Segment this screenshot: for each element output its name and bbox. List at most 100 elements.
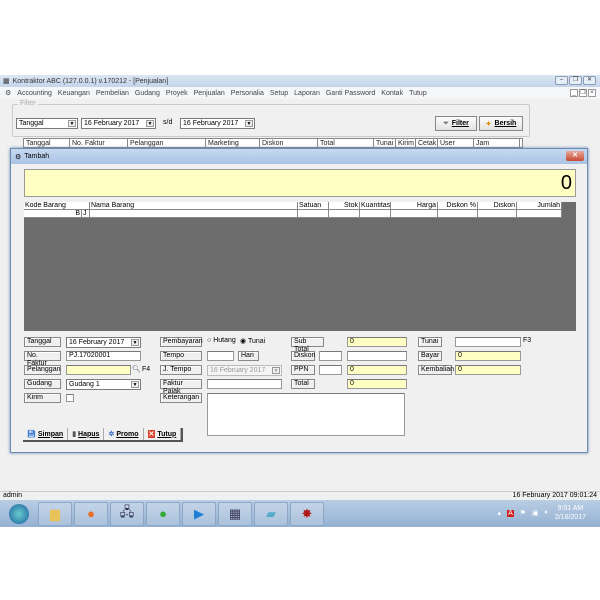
menu-pembelian[interactable]: Pembelian (96, 90, 129, 97)
app-icon: ▦ (3, 78, 10, 85)
taskbar-explorer[interactable]: ▆ (38, 501, 72, 526)
menu-penjualan[interactable]: Penjualan (194, 90, 225, 97)
tutup-button[interactable]: ✕ Tutup (144, 428, 182, 440)
restore-button[interactable]: ❐ (569, 76, 582, 85)
col-header: Cetak (418, 139, 438, 147)
clock[interactable]: 9:01 AM 2/16/2017 (555, 504, 586, 522)
acrobat-icon[interactable]: A (507, 509, 514, 517)
date-to-picker[interactable]: 16 February 2017 ▼ (180, 118, 255, 129)
volume-icon[interactable]: 🔈︎ (545, 509, 549, 517)
menu-accounting[interactable]: Accounting (17, 90, 52, 97)
cell[interactable] (298, 210, 329, 218)
mdi-restore-button[interactable]: ❐ (579, 89, 587, 97)
menu-proyek[interactable]: Proyek (166, 90, 188, 97)
keterangan-textarea[interactable] (207, 393, 405, 436)
cell[interactable] (478, 210, 517, 218)
menu-ganti-password[interactable]: Ganti Password (326, 90, 375, 97)
start-button[interactable] (2, 502, 36, 526)
hapus-button[interactable]: ▮ Hapus (68, 428, 105, 440)
menu-personalia[interactable]: Personalia (231, 90, 264, 97)
mdi-minimize-button[interactable]: _ (570, 89, 578, 97)
window-title: Kontraktor ABC (127.0.0.1) v.170212 - [P… (12, 77, 169, 85)
cell[interactable] (360, 210, 391, 218)
tunai-radio-label: Tunai (247, 338, 266, 345)
cell[interactable] (391, 210, 438, 218)
cell[interactable] (329, 210, 360, 218)
j-button[interactable]: J (82, 210, 90, 218)
cell[interactable] (517, 210, 562, 218)
status-user: admin (3, 492, 23, 499)
clock-time: 9:01 AM (557, 505, 584, 512)
subtotal-label: Sub Total (291, 337, 324, 353)
faktur-input[interactable]: PJ.17020001 (66, 351, 141, 361)
items-grid[interactable]: Kode Barang Nama Barang Satuan Stok Kuan… (24, 202, 576, 331)
taskbar-firefox[interactable]: ● (74, 501, 108, 526)
pelanggan-hotkey: F4 (142, 366, 151, 373)
mdi-close-button[interactable]: × (588, 89, 596, 97)
pelanggan-input[interactable] (66, 365, 131, 375)
gudang-select[interactable]: Gudang 1 ▼ (66, 379, 141, 390)
minimize-button[interactable]: – (555, 76, 568, 85)
menu-setup[interactable]: Setup (270, 90, 288, 97)
funnel-icon: ⏷ (443, 119, 449, 127)
taskbar-kontraktor[interactable]: ▦ (218, 501, 252, 526)
menu-tutup[interactable]: Tutup (409, 90, 427, 97)
hutang-radio[interactable]: ○ Hutang (207, 337, 236, 344)
chevron-up-icon[interactable]: ▴ (498, 509, 502, 517)
col-header: Diskon (260, 139, 318, 147)
menu-kontak[interactable]: Kontak (381, 90, 403, 97)
chevron-down-icon: ▼ (245, 120, 253, 127)
subtotal-value: 0 (347, 337, 407, 347)
faktur-pajak-input[interactable] (207, 379, 282, 389)
network-icon[interactable]: ▣ (532, 509, 539, 517)
date-to-value: 16 February 2017 (183, 120, 239, 127)
ppn-pct-input[interactable] (319, 365, 342, 375)
diskon-input[interactable] (347, 351, 407, 361)
jtempo-picker[interactable]: 16 February 2017 ▼ (207, 365, 282, 376)
taskbar-app[interactable]: ● (146, 501, 180, 526)
menu-gudang[interactable]: Gudang (135, 90, 160, 97)
search-icon[interactable]: 🔍︎ (132, 365, 141, 373)
col-header: Tunai (374, 139, 396, 147)
taskbar-puzzle[interactable]: ✸ (290, 501, 324, 526)
cell[interactable] (438, 210, 478, 218)
tempo-input[interactable] (207, 351, 234, 361)
clear-button[interactable]: ✦ Bersih (479, 116, 523, 131)
kirim-checkbox[interactable] (66, 394, 74, 402)
promo-button[interactable]: ✲ Promo (104, 428, 144, 440)
save-icon: 💾︎ (27, 431, 36, 438)
b-button[interactable]: B (24, 210, 82, 218)
folder-icon: ▆ (50, 505, 60, 521)
filter-group: Filter Tanggal ▼ 16 February 2017 ▼ s/d 16… (12, 100, 530, 137)
taskbar-media[interactable]: ▶ (182, 501, 216, 526)
filter-field-select[interactable]: Tanggal ▼ (16, 118, 78, 129)
menu-bar: ⚙ Accounting Keuangan Pembelian Gudang P… (0, 87, 600, 99)
menu-laporan[interactable]: Laporan (294, 90, 320, 97)
promo-label: Promo (116, 430, 139, 438)
filter-button[interactable]: ⏷ Filter (435, 116, 477, 131)
close-icon: ✕ (147, 430, 156, 438)
cell[interactable] (90, 210, 298, 218)
tanggal-label: Tanggal (24, 337, 61, 347)
tunai-radio[interactable]: ◉ Tunai (240, 337, 265, 345)
simpan-button[interactable]: 💾︎ Simpan (23, 428, 69, 440)
menu-keuangan[interactable]: Keuangan (58, 90, 90, 97)
gudang-label: Gudang (24, 379, 61, 389)
tanggal-value: 16 February 2017 (69, 339, 125, 346)
notepad-icon: ▰ (266, 505, 276, 521)
date-from-picker[interactable]: 16 February 2017 ▼ (81, 118, 156, 129)
close-window-button[interactable]: ✕ (583, 76, 596, 85)
dialog-close-button[interactable]: ✕ (566, 151, 584, 161)
taskbar-network[interactable]: 🖧︎ (110, 501, 144, 526)
grid-header: Kode Barang Nama Barang Satuan Stok Kuan… (24, 202, 562, 210)
sd-label: s/d (163, 119, 173, 126)
ppn-label: PPN (291, 365, 315, 375)
diskon-pct-input[interactable] (319, 351, 342, 361)
kirim-label: Kirim (24, 393, 61, 403)
tunai-input[interactable] (455, 337, 521, 347)
tanggal-picker[interactable]: 16 February 2017 ▼ (66, 337, 141, 348)
taskbar-notepad[interactable]: ▰ (254, 501, 288, 526)
play-icon: ▶ (194, 505, 204, 521)
grid-row[interactable]: B J (24, 210, 562, 218)
flag-icon[interactable]: ⚑ (520, 509, 526, 517)
